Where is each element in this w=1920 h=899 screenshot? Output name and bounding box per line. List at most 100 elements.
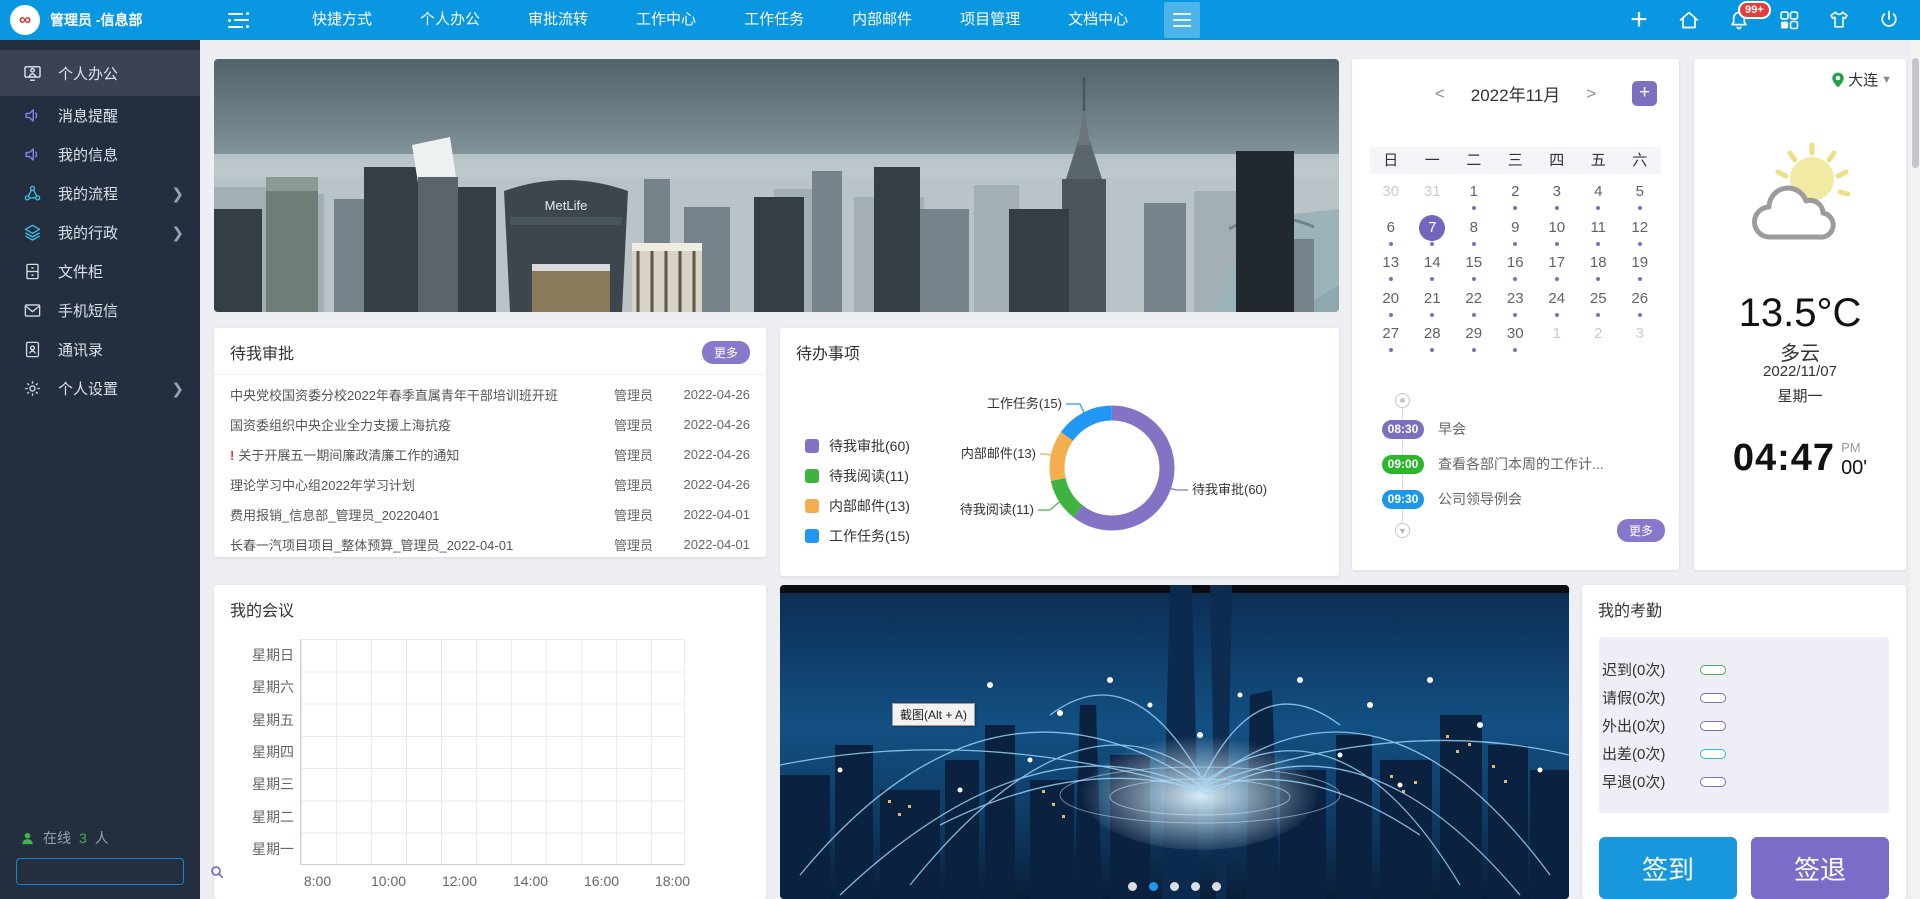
- sidebar-item-8[interactable]: 个人设置 ❯: [0, 369, 200, 408]
- schedule-item-0[interactable]: 08:30 早会: [1382, 419, 1466, 439]
- nav-item-7[interactable]: 文档中心: [1044, 0, 1152, 40]
- event-dot: [1430, 277, 1434, 281]
- theme-shirt-icon[interactable]: [1826, 7, 1852, 33]
- calendar-day-2[interactable]: 2: [1578, 321, 1620, 357]
- nav-item-6[interactable]: 项目管理: [936, 0, 1044, 40]
- apps-grid-icon[interactable]: [1776, 7, 1802, 33]
- check-in-button[interactable]: 签到: [1599, 837, 1737, 899]
- calendar-day-21[interactable]: 21: [1412, 286, 1454, 322]
- location-selector[interactable]: 大连 ▼: [1831, 69, 1892, 90]
- calendar-day-1[interactable]: 1: [1536, 321, 1578, 357]
- home-icon[interactable]: [1676, 7, 1702, 33]
- calendar-day-19[interactable]: 19: [1619, 250, 1661, 286]
- approvals-more-button[interactable]: 更多: [702, 341, 750, 364]
- calendar-day-29[interactable]: 29: [1453, 321, 1495, 357]
- calendar-day-31[interactable]: 31: [1412, 179, 1454, 215]
- nav-item-3[interactable]: 工作中心: [612, 0, 720, 40]
- calendar-day-27[interactable]: 27: [1370, 321, 1412, 357]
- sidebar-item-2[interactable]: 我的信息: [0, 135, 200, 174]
- carousel-dot-4[interactable]: [1212, 882, 1221, 891]
- approval-row-3[interactable]: 理论学习中心组2022年学习计划 管理员 2022-04-26: [230, 469, 750, 499]
- approval-row-1[interactable]: 国资委组织中央企业全力支援上海抗疫 管理员 2022-04-26: [230, 409, 750, 439]
- calendar-day-26[interactable]: 26: [1619, 286, 1661, 322]
- calendar-day-14[interactable]: 14: [1412, 250, 1454, 286]
- banner-carousel-image[interactable]: MetLife: [214, 59, 1339, 312]
- nav-item-0[interactable]: 快捷方式: [288, 0, 396, 40]
- calendar-day-5[interactable]: 5: [1619, 179, 1661, 215]
- calendar-day-11[interactable]: 11: [1578, 215, 1620, 251]
- sidebar-item-3[interactable]: 我的流程 ❯: [0, 174, 200, 213]
- search-icon[interactable]: [209, 864, 225, 880]
- approval-row-4[interactable]: 费用报销_信息部_管理员_20220401 管理员 2022-04-01: [230, 499, 750, 529]
- calendar-day-30[interactable]: 30: [1495, 321, 1537, 357]
- todo-donut-chart[interactable]: 待我审批(60) 待我阅读(11) 内部邮件(13) 工作任务(15): [940, 358, 1335, 573]
- calendar-day-17[interactable]: 17: [1536, 250, 1578, 286]
- power-logout-icon[interactable]: [1876, 7, 1902, 33]
- calendar-day-2[interactable]: 2: [1495, 179, 1537, 215]
- donut-legend: 待我审批(60) 待我阅读(11) 内部邮件(13) 工作任务(15): [805, 436, 910, 556]
- weekday-label: 四: [1536, 147, 1578, 174]
- nav-more-menu-icon[interactable]: [1164, 2, 1200, 38]
- calendar-day-7[interactable]: 7: [1412, 215, 1454, 251]
- legend-item-2[interactable]: 内部邮件(13): [805, 496, 910, 516]
- calendar-day-20[interactable]: 20: [1370, 286, 1412, 322]
- schedule-more-button[interactable]: 更多: [1617, 519, 1665, 542]
- calendar-day-3[interactable]: 3: [1619, 321, 1661, 357]
- calendar-prev-icon[interactable]: <: [1435, 84, 1445, 104]
- schedule-item-1[interactable]: 09:00 查看各部门本周的工作计...: [1382, 454, 1604, 474]
- calendar-day-13[interactable]: 13: [1370, 250, 1412, 286]
- calendar-add-button[interactable]: +: [1632, 81, 1657, 106]
- layers-icon: [22, 223, 42, 243]
- calendar-day-6[interactable]: 6: [1370, 215, 1412, 251]
- approval-row-0[interactable]: 中央党校国资委分校2022年春季直属青年干部培训班开班 管理员 2022-04-…: [230, 379, 750, 409]
- notifications-bell-icon[interactable]: 99+: [1726, 7, 1752, 33]
- calendar-day-9[interactable]: 9: [1495, 215, 1537, 251]
- sidebar-search-input[interactable]: [17, 864, 209, 879]
- nav-item-2[interactable]: 审批流转: [504, 0, 612, 40]
- add-icon[interactable]: +: [1626, 7, 1652, 33]
- legend-item-1[interactable]: 待我阅读(11): [805, 466, 910, 486]
- sidebar-item-0[interactable]: 个人办公: [0, 50, 200, 96]
- carousel-dot-3[interactable]: [1191, 882, 1200, 891]
- sidebar-item-7[interactable]: 通讯录: [0, 330, 200, 369]
- online-status: 在线 3 人: [20, 828, 109, 848]
- calendar-day-12[interactable]: 12: [1619, 215, 1661, 251]
- calendar-next-icon[interactable]: >: [1586, 84, 1596, 104]
- calendar-day-23[interactable]: 23: [1495, 286, 1537, 322]
- sidebar-collapse-icon[interactable]: [228, 9, 258, 31]
- legend-item-0[interactable]: 待我审批(60): [805, 436, 910, 456]
- page-scrollbar[interactable]: [1911, 40, 1920, 899]
- carousel-dot-0[interactable]: [1128, 882, 1137, 891]
- calendar-day-28[interactable]: 28: [1412, 321, 1454, 357]
- calendar-day-25[interactable]: 25: [1578, 286, 1620, 322]
- calendar-day-1[interactable]: 1: [1453, 179, 1495, 215]
- sidebar-item-4[interactable]: 我的行政 ❯: [0, 213, 200, 252]
- schedule-item-2[interactable]: 09:30 公司领导例会: [1382, 489, 1522, 509]
- check-out-button[interactable]: 签退: [1751, 837, 1889, 899]
- calendar-day-10[interactable]: 10: [1536, 215, 1578, 251]
- sidebar-item-1[interactable]: 消息提醒: [0, 96, 200, 135]
- calendar-day-16[interactable]: 16: [1495, 250, 1537, 286]
- timeline-end-icon[interactable]: ▼: [1395, 523, 1410, 538]
- sidebar-item-6[interactable]: 手机短信: [0, 291, 200, 330]
- calendar-day-24[interactable]: 24: [1536, 286, 1578, 322]
- calendar-day-3[interactable]: 3: [1536, 179, 1578, 215]
- calendar-day-30[interactable]: 30: [1370, 179, 1412, 215]
- calendar-day-18[interactable]: 18: [1578, 250, 1620, 286]
- carousel-dot-2[interactable]: [1170, 882, 1179, 891]
- calendar-day-22[interactable]: 22: [1453, 286, 1495, 322]
- carousel-night-image[interactable]: 截图(Alt + A): [780, 585, 1569, 899]
- approval-row-2[interactable]: !关于开展五一期间廉政清廉工作的通知 管理员 2022-04-26: [230, 439, 750, 469]
- carousel-dot-1[interactable]: [1149, 882, 1158, 891]
- scrollbar-thumb[interactable]: [1912, 58, 1919, 168]
- calendar-day-4[interactable]: 4: [1578, 179, 1620, 215]
- meetings-chart-grid[interactable]: [300, 639, 685, 865]
- approval-row-5[interactable]: 长春一汽项目项目_整体预算_管理员_2022-04-01 管理员 2022-04…: [230, 529, 750, 559]
- calendar-day-8[interactable]: 8: [1453, 215, 1495, 251]
- sidebar-item-5[interactable]: 文件柜: [0, 252, 200, 291]
- nav-item-4[interactable]: 工作任务: [720, 0, 828, 40]
- calendar-day-15[interactable]: 15: [1453, 250, 1495, 286]
- legend-item-3[interactable]: 工作任务(15): [805, 526, 910, 546]
- nav-item-5[interactable]: 内部邮件: [828, 0, 936, 40]
- nav-item-1[interactable]: 个人办公: [396, 0, 504, 40]
